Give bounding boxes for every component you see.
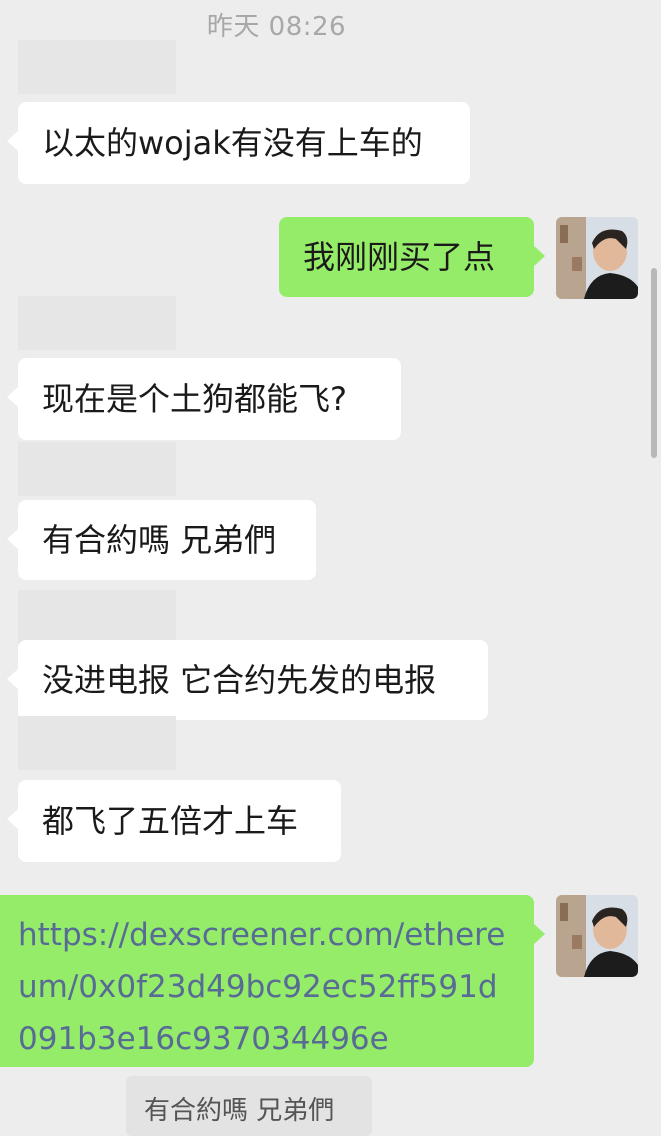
incoming-message-bubble[interactable]: 现在是个土狗都能飞?: [7, 358, 401, 440]
outgoing-message-bubble[interactable]: 我刚刚买了点: [279, 217, 545, 297]
self-avatar[interactable]: [556, 895, 638, 977]
message-text: 都飞了五倍才上车: [42, 802, 299, 840]
incoming-message-bubble[interactable]: 以太的wojak有没有上车的: [7, 102, 470, 184]
sender-name-redacted: [18, 716, 176, 770]
scrollbar[interactable]: [651, 268, 657, 458]
sender-name-redacted: [18, 442, 176, 496]
quoted-message[interactable]: 有合約嗎 兄弟們: [126, 1076, 372, 1136]
message-text: 现在是个土狗都能飞?: [42, 380, 347, 418]
message-timestamp: 昨天 08:26: [206, 12, 347, 42]
message-text: 有合約嗎 兄弟們: [42, 521, 277, 559]
incoming-message-bubble[interactable]: 没进电报 它合约先发的电报: [7, 640, 488, 720]
outgoing-link-bubble[interactable]: https://dexscreener.com/ethereum/0x0f23d…: [0, 895, 545, 1067]
quoted-message-text: 有合約嗎 兄弟們: [144, 1096, 335, 1126]
sender-name-redacted: [18, 296, 176, 350]
message-text: 以太的wojak有没有上车的: [42, 124, 423, 162]
user-avatar-photo-icon: [556, 895, 638, 977]
incoming-message-bubble[interactable]: 都飞了五倍才上车: [7, 780, 341, 862]
message-text: 没进电报 它合约先发的电报: [42, 661, 437, 699]
message-text: 我刚刚买了点: [303, 238, 496, 276]
user-avatar-photo-icon: [556, 217, 638, 299]
message-link[interactable]: https://dexscreener.com/ethereum/0x0f23d…: [18, 909, 514, 1065]
chat-window: 昨天 08:26 以太的wojak有没有上车的 我刚刚买了点 现在是个土狗都能飞…: [0, 0, 661, 1136]
self-avatar[interactable]: [556, 217, 638, 299]
sender-name-redacted: [18, 40, 176, 94]
sender-name-redacted: [18, 590, 176, 644]
incoming-message-bubble[interactable]: 有合約嗎 兄弟們: [7, 500, 316, 580]
